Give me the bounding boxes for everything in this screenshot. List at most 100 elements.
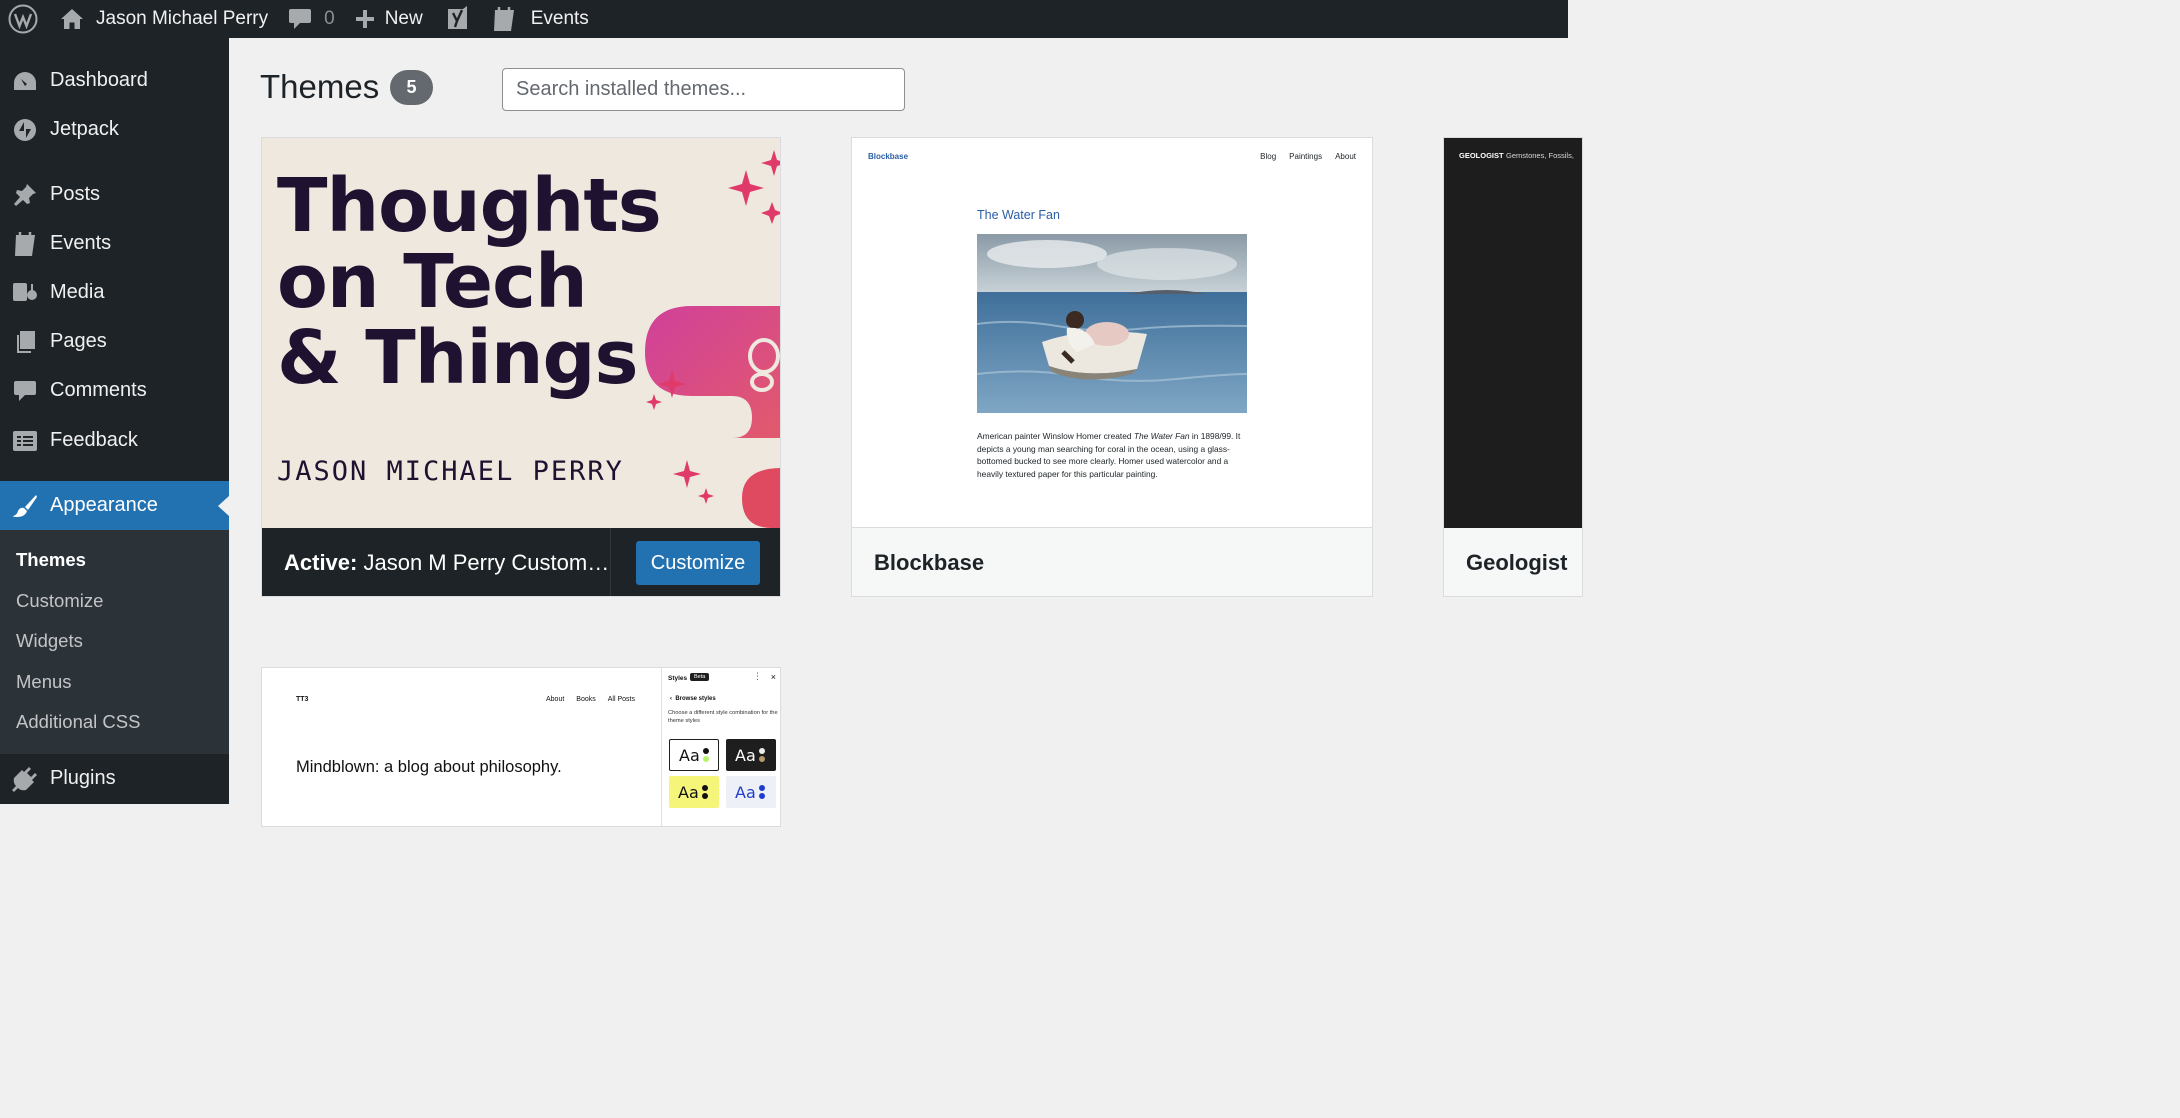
plus-icon xyxy=(355,10,374,28)
browse-styles-label: Browse styles xyxy=(675,696,716,702)
active-prefix: Active: xyxy=(284,550,358,575)
calendar-icon xyxy=(493,7,514,31)
events-link[interactable]: Events xyxy=(481,0,599,38)
submenu-item-additional-css[interactable]: Additional CSS xyxy=(0,702,229,743)
plugin-icon xyxy=(0,766,50,792)
preview-post-title: The Water Fan xyxy=(977,208,1060,222)
sidebar-item-label: Plugins xyxy=(50,767,116,789)
wordpress-logo-icon[interactable] xyxy=(0,0,52,38)
theme-name: Geologist xyxy=(1466,550,1568,575)
customize-button[interactable]: Customize xyxy=(636,541,760,585)
sidebar-item-pages[interactable]: Pages xyxy=(0,317,229,366)
browse-styles-description: Choose a different style combination for… xyxy=(668,710,778,724)
swatch-text: Aa xyxy=(679,745,700,765)
theme-name: Jason M Perry Custom Theme xyxy=(363,550,614,575)
close-icon: × xyxy=(770,672,776,682)
sidebar-item-label: Jetpack xyxy=(50,118,119,140)
dashboard-icon xyxy=(0,70,50,92)
styles-panel-preview: Styles Beta ⋮ × ‹ Browse styles Choose a… xyxy=(661,668,780,826)
preview-site-title: TT3 xyxy=(296,696,309,703)
sidebar-item-label: Media xyxy=(50,281,105,303)
active-theme-name: Active: Jason M Perry Custom Theme xyxy=(284,550,614,576)
new-content-link[interactable]: New xyxy=(345,0,433,38)
sidebar-item-jetpack[interactable]: Jetpack xyxy=(0,105,229,154)
sidebar-item-label: Feedback xyxy=(50,429,138,451)
current-menu-indicator xyxy=(218,496,229,516)
browse-styles-heading: ‹ Browse styles xyxy=(670,696,716,702)
theme-name: Blockbase xyxy=(874,550,985,575)
sidebar-item-dashboard[interactable]: Dashboard xyxy=(0,56,229,105)
media-icon xyxy=(0,281,50,305)
cover-title: Thoughts on Tech & Things xyxy=(277,163,662,401)
theme-card-blockbase[interactable]: Blockbase Blog Paintings About The Water… xyxy=(851,137,1373,597)
sidebar-item-label: Appearance xyxy=(50,494,158,516)
cover-title-line: & Things xyxy=(277,315,639,401)
theme-screenshot: GEOLOGIST Gemstones, Fossils, xyxy=(1444,138,1582,528)
sidebar-item-media[interactable]: Media xyxy=(0,268,229,317)
preview-excerpt: American painter Winslow Homer created T… xyxy=(977,430,1252,480)
paintbrush-icon xyxy=(0,494,50,518)
styles-panel-title: Styles xyxy=(668,675,688,682)
preview-nav: Blog Paintings About xyxy=(1260,152,1356,161)
theme-card-footer: Active: Jason M Perry Custom Theme Custo… xyxy=(262,528,780,596)
preview-nav-item: Blog xyxy=(1260,152,1277,161)
submenu-item-menus[interactable]: Menus xyxy=(0,662,229,703)
admin-bar: Jason Michael Perry 0 New Events xyxy=(0,0,1568,38)
preview-nav-item: About xyxy=(1335,152,1356,161)
theme-card-geologist[interactable]: GEOLOGIST Gemstones, Fossils, Geologist xyxy=(1443,137,1583,597)
sidebar-item-events[interactable]: Events xyxy=(0,219,229,268)
submenu-item-widgets[interactable]: Widgets xyxy=(0,621,229,662)
submenu-item-themes[interactable]: Themes xyxy=(0,540,229,581)
preview-nav: Gemstones, Fossils, xyxy=(1506,151,1574,160)
swatch-text: Aa xyxy=(735,782,756,802)
comment-icon xyxy=(0,380,50,402)
cover-title-line: on Tech xyxy=(277,239,588,325)
preview-nav-item: About xyxy=(546,696,565,703)
jetpack-icon xyxy=(0,118,50,142)
preview-nav: About Books All Posts xyxy=(546,696,635,703)
theme-card-active[interactable]: Thoughts on Tech & Things JASON MICHAEL … xyxy=(261,137,781,597)
yoast-seo-icon[interactable] xyxy=(433,0,481,38)
comments-link[interactable]: 0 xyxy=(278,0,345,38)
sidebar-item-label: Comments xyxy=(50,379,147,401)
preview-site-title: GEOLOGIST xyxy=(1459,151,1504,160)
excerpt-italic: The Water Fan xyxy=(1133,431,1190,441)
admin-sidebar: Dashboard Jetpack Posts Events Media Pag… xyxy=(0,38,229,804)
submenu-item-customize[interactable]: Customize xyxy=(0,581,229,622)
page-title: Themes xyxy=(260,68,380,105)
style-swatch: Aa xyxy=(669,739,719,771)
sidebar-item-comments[interactable]: Comments xyxy=(0,366,229,415)
sidebar-item-plugins[interactable]: Plugins xyxy=(0,754,229,803)
home-icon xyxy=(61,9,83,29)
style-swatch: Aa xyxy=(726,776,776,808)
cover-author: JASON MICHAEL PERRY xyxy=(277,456,624,487)
swatch-text: Aa xyxy=(735,745,756,765)
theme-screenshot: TT3 About Books All Posts Mindblown: a b… xyxy=(262,668,780,826)
pushpin-icon xyxy=(0,183,50,207)
swatch-text: Aa xyxy=(678,782,699,802)
comments-count: 0 xyxy=(324,8,335,29)
beta-badge: Beta xyxy=(690,673,710,681)
sidebar-item-posts[interactable]: Posts xyxy=(0,170,229,219)
comment-bubble-icon xyxy=(289,9,312,29)
preview-nav-item: Books xyxy=(576,696,596,703)
theme-card-footer: Geologist xyxy=(1444,528,1582,596)
calendar-icon xyxy=(0,230,50,258)
cover-title-line: Thoughts xyxy=(277,163,662,249)
sidebar-item-appearance[interactable]: Appearance xyxy=(0,481,229,530)
theme-screenshot: Blockbase Blog Paintings About The Water… xyxy=(852,138,1372,528)
preview-site-title: Blockbase xyxy=(868,152,909,161)
water-fan-painting xyxy=(977,234,1247,413)
sidebar-item-label: Dashboard xyxy=(50,69,148,91)
sidebar-item-label: Pages xyxy=(50,330,107,352)
site-name-link[interactable]: Jason Michael Perry xyxy=(52,0,278,38)
sidebar-item-label: Events xyxy=(50,232,112,254)
appearance-submenu: Themes Customize Widgets Menus Additiona… xyxy=(0,530,229,754)
theme-count-badge: 5 xyxy=(390,70,433,105)
style-swatch: Aa xyxy=(669,776,719,808)
excerpt-text: American painter Winslow Homer created xyxy=(977,431,1134,441)
sidebar-item-feedback[interactable]: Feedback xyxy=(0,416,229,465)
theme-screenshot: Thoughts on Tech & Things JASON MICHAEL … xyxy=(262,138,780,528)
search-installed-themes-input[interactable] xyxy=(502,68,905,111)
theme-card-tt3[interactable]: TT3 About Books All Posts Mindblown: a b… xyxy=(261,667,781,827)
